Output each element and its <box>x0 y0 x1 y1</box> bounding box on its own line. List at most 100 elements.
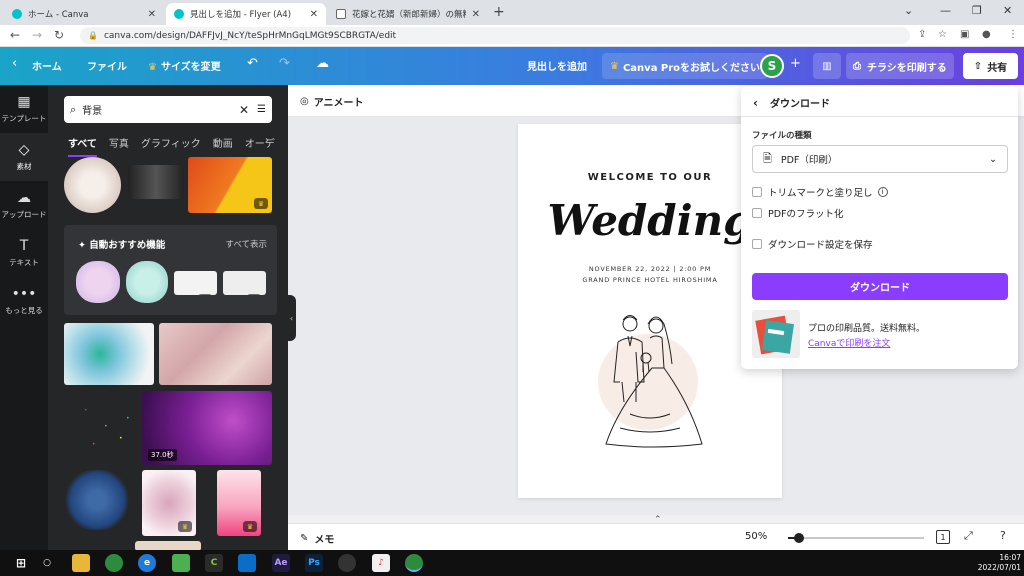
element-thumbnail[interactable] <box>128 165 184 199</box>
edge-icon[interactable]: e <box>138 554 156 572</box>
windows-start-icon[interactable]: ⊞ <box>12 554 30 572</box>
itunes-icon[interactable]: ♪ <box>372 554 390 572</box>
clear-search-icon[interactable]: ✕ <box>239 103 249 117</box>
store-icon[interactable] <box>172 554 190 572</box>
window-close-icon[interactable]: ✕ <box>1003 4 1012 17</box>
video-thumbnail[interactable]: 37.0秒 <box>142 391 272 465</box>
crop-marks-checkbox[interactable]: トリムマークと塗り足し i <box>752 185 888 199</box>
zoom-slider[interactable] <box>788 533 924 543</box>
search-input[interactable]: ⌕ 背景 ✕ ☰ <box>64 96 272 123</box>
redo-icon[interactable]: ↷ <box>279 56 290 71</box>
chrome-icon[interactable] <box>105 554 123 572</box>
undo-icon[interactable]: ↶ <box>247 56 258 71</box>
elements-panel: ⌕ 背景 ✕ ☰ すべて 写真 グラフィック 動画 オーデ › ♛ ✦ 自動おす… <box>48 85 288 550</box>
tab-close-icon[interactable]: ✕ <box>472 9 480 20</box>
collapse-panel-handle[interactable]: ‹ <box>287 295 296 341</box>
suggest-thumbnail[interactable]: ♛ <box>223 271 266 295</box>
suggest-thumbnail[interactable]: ♛ <box>174 271 217 295</box>
url-field[interactable]: 🔒 canva.com/design/DAFFJvJ_NcY/teSpHrMnG… <box>80 27 910 44</box>
print-flyer-button[interactable]: ⎙ チラシを印刷する <box>846 53 954 79</box>
chevron-left-icon[interactable]: ‹ <box>12 56 17 71</box>
checkbox-box[interactable] <box>752 239 762 249</box>
after-effects-icon[interactable]: Ae <box>272 554 290 572</box>
fullscreen-icon[interactable]: ⤢ <box>964 529 973 543</box>
suggest-thumbnail[interactable] <box>76 261 120 303</box>
share-button[interactable]: ⇧ 共有 <box>963 53 1018 79</box>
forward-arrow-icon[interactable]: → <box>32 28 42 42</box>
reload-icon[interactable]: ↻ <box>54 28 64 42</box>
element-thumbnail[interactable]: • • • • • <box>64 391 139 465</box>
tab-close-icon[interactable]: ✕ <box>148 9 156 20</box>
rail-item-templates[interactable]: ▦ テンプレート <box>0 85 48 133</box>
kebab-menu-icon[interactable]: ⋮ <box>1008 29 1018 40</box>
resize-button[interactable]: ♛ サイズを変更 <box>148 58 221 73</box>
flatten-pdf-checkbox[interactable]: PDFのフラット化 <box>752 206 844 220</box>
taskbar-clock[interactable]: 16:07 2022/07/01 <box>975 553 1021 573</box>
rail-item-text[interactable]: T テキスト <box>0 229 48 277</box>
tab-audio[interactable]: オーデ <box>245 135 275 157</box>
share-page-icon[interactable]: ⇪ <box>918 29 926 40</box>
back-arrow-icon[interactable]: ← <box>10 28 20 42</box>
tab-photos[interactable]: 写真 <box>109 135 129 157</box>
suggest-thumbnail[interactable] <box>126 261 168 303</box>
document-title[interactable]: 見出しを追加 <box>527 58 587 73</box>
element-thumbnail[interactable]: ♛ <box>142 470 196 536</box>
page-count-button[interactable]: 1 <box>936 530 950 544</box>
camtasia-icon[interactable]: C <box>205 554 223 572</box>
show-all-link[interactable]: すべて表示 <box>225 238 267 250</box>
add-collaborator-icon[interactable]: + <box>790 56 801 71</box>
chevron-down-icon[interactable]: ⌄ <box>904 4 913 17</box>
photoshop-icon[interactable]: Ps <box>305 554 323 572</box>
file-type-select[interactable]: 🗎 PDF（印刷） ⌄ <box>752 145 1008 173</box>
bride-groom-illustration[interactable] <box>590 302 725 452</box>
zoom-level[interactable]: 50% <box>745 531 767 542</box>
new-tab-icon[interactable]: + <box>493 4 505 20</box>
minimize-icon[interactable]: — <box>940 4 951 17</box>
tab-title: ホーム - Canva <box>28 10 89 20</box>
checkbox-box[interactable] <box>752 208 762 218</box>
tab-close-icon[interactable]: ✕ <box>310 9 318 20</box>
bookmark-star-icon[interactable]: ☆ <box>938 29 947 40</box>
info-icon[interactable]: i <box>877 187 888 197</box>
checkbox-box[interactable] <box>752 187 762 197</box>
save-settings-checkbox[interactable]: ダウンロード設定を保存 <box>752 237 873 251</box>
file-explorer-icon[interactable] <box>72 554 90 572</box>
element-thumbnail[interactable]: ♛ <box>217 470 261 536</box>
chevron-right-icon[interactable]: › <box>265 135 269 146</box>
side-panel-icon[interactable]: ▣ <box>960 29 969 40</box>
notes-button[interactable]: ✎ メモ <box>300 531 334 546</box>
restore-icon[interactable]: ❐ <box>972 4 982 17</box>
tab-all[interactable]: すべて <box>68 135 97 157</box>
filter-icon[interactable]: ☰ <box>257 104 266 115</box>
canva-pro-trial-button[interactable]: ♛ Canva Proをお試しください <box>602 53 769 79</box>
tab-graphics[interactable]: グラフィック <box>141 135 201 157</box>
element-thumbnail[interactable] <box>64 323 154 385</box>
chrome-active-icon[interactable] <box>405 554 423 572</box>
browser-tab-flyer[interactable]: 見出しを追加 - Flyer (A4) ✕ <box>166 3 326 25</box>
order-print-link[interactable]: Canvaで印刷を注文 <box>808 336 890 349</box>
element-thumbnail[interactable] <box>135 541 201 550</box>
file-menu-button[interactable]: ファイル <box>87 58 127 73</box>
chevron-left-icon[interactable]: ‹ <box>753 96 758 110</box>
browser-tab-home[interactable]: ホーム - Canva ✕ <box>4 3 164 25</box>
avatar[interactable]: S <box>760 54 784 78</box>
profile-icon[interactable]: ● <box>982 29 991 40</box>
search-icon[interactable]: ○ <box>38 554 56 572</box>
element-thumbnail[interactable] <box>64 157 121 213</box>
element-thumbnail[interactable]: ♛ <box>188 157 272 213</box>
tab-videos[interactable]: 動画 <box>213 135 233 157</box>
rail-item-more[interactable]: ••• もっと見る <box>0 277 48 325</box>
help-icon[interactable]: ? <box>1000 529 1006 542</box>
rail-item-uploads[interactable]: ☁ アップロード <box>0 181 48 229</box>
browser-tab-illustration[interactable]: 花嫁と花婿（新郎新婦）の無料イ ✕ <box>328 3 488 25</box>
element-thumbnail[interactable] <box>64 470 130 530</box>
element-thumbnail[interactable] <box>159 323 272 385</box>
obs-icon[interactable] <box>338 554 356 572</box>
insights-button[interactable]: ▥ <box>813 53 841 79</box>
onedrive-icon[interactable] <box>238 554 256 572</box>
rail-item-elements[interactable]: ◇ 素材 <box>0 133 48 181</box>
home-button[interactable]: ホーム <box>32 58 62 73</box>
animate-button[interactable]: ◎ アニメート <box>300 94 364 109</box>
download-button[interactable]: ダウンロード <box>752 273 1008 300</box>
zoom-slider-handle[interactable] <box>793 533 804 543</box>
